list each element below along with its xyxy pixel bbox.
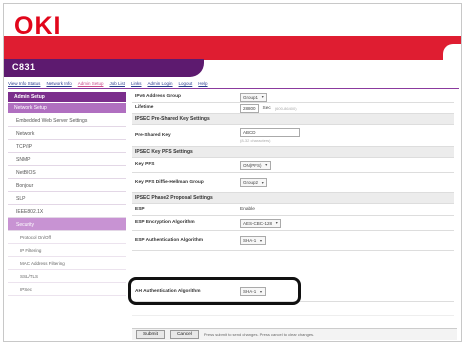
sidebar-section-network-setup[interactable]: Network Setup [8, 103, 126, 113]
faded-row [132, 306, 454, 316]
field-label: Lifetime [135, 105, 154, 110]
key-pfs-select[interactable]: ON(PFS) ▼ [240, 160, 271, 170]
brand-red-banner [4, 36, 461, 60]
nav-divider [8, 88, 459, 89]
sidebar-subitem-mac-filtering[interactable]: MAC Address Filtering [8, 257, 126, 270]
field-label: ESP Encryption Algorithm [135, 220, 195, 225]
form-row: IPv6 Address Group Group1 ▼ [132, 92, 454, 103]
sidebar-subitem-ipsec[interactable]: IPSec [8, 283, 126, 296]
footer-note: Press submit to send changes. Press canc… [203, 332, 315, 337]
submit-button[interactable]: Submit [136, 330, 165, 339]
sidebar-subitem-protocol[interactable]: Protocol On/Off [8, 231, 126, 244]
chevron-down-icon: ▼ [264, 163, 268, 167]
nav-help[interactable]: Help [198, 81, 207, 88]
form-actions: Submit Cancel Press submit to send chang… [132, 328, 457, 340]
field-label: ESP Authentication Algorithm [135, 237, 204, 243]
form-row: ESP Authentication Algorithm SHA-1 ▼ [132, 231, 454, 251]
nav-admin-setup[interactable]: Admin Setup [78, 81, 104, 88]
chevron-down-icon: ▼ [275, 221, 279, 225]
pre-shared-key-input[interactable]: ABCD [240, 128, 300, 137]
sidebar-item-slp[interactable]: SLP [8, 192, 126, 205]
esp-auth-select[interactable]: SHA-1 ▼ [240, 236, 266, 245]
chevron-down-icon: ▼ [261, 95, 265, 99]
sidebar-header[interactable]: Admin Setup [8, 92, 126, 102]
sidebar: Admin Setup Network Setup Embedded Web S… [8, 92, 126, 341]
device-name: C831 [12, 62, 36, 72]
lifetime-input[interactable]: 28800 [240, 103, 259, 113]
ipv6-group-select[interactable]: Group1 ▼ [240, 92, 268, 102]
section-header: IPSEC Key PFS Settings [132, 147, 454, 158]
sidebar-subitem-ssl-tls[interactable]: SSL/TLS [8, 270, 126, 283]
browser-frame: OKI C831 View Info Status Network Info A… [3, 3, 462, 342]
sidebar-item-web-server[interactable]: Embedded Web Server Settings [8, 114, 126, 127]
form-row: Pre-Shared Key ABCD (8-32 characters) [132, 125, 454, 147]
nav-job-list[interactable]: Job List [109, 81, 125, 88]
chevron-down-icon: ▼ [259, 238, 263, 243]
sidebar-item-security[interactable]: Security [8, 218, 126, 231]
esp-value: Enable [240, 207, 255, 212]
cancel-button[interactable]: Cancel [169, 330, 199, 339]
sidebar-item-bonjour[interactable]: Bonjour [8, 179, 126, 192]
form-row: ESP Encryption Algorithm AES-CBC-128 ▼ [132, 216, 454, 231]
field-label: ESP [135, 206, 145, 212]
field-label: IPv6 Address Group [135, 94, 181, 99]
esp-encryption-select[interactable]: AES-CBC-128 ▼ [240, 218, 282, 228]
sidebar-item-tcpip[interactable]: TCP/IP [8, 140, 126, 153]
nav-network-info[interactable]: Network Info [46, 81, 71, 88]
dh-group-select[interactable]: Group2 ▼ [240, 178, 268, 187]
highlight-callout [128, 277, 301, 305]
nav-view-info-status[interactable]: View Info Status [8, 81, 40, 88]
chevron-down-icon: ▼ [261, 180, 265, 185]
field-label: Pre-Shared Key [135, 132, 171, 138]
nav-links[interactable]: Links [131, 81, 142, 88]
top-navigation: View Info Status Network Info Admin Setu… [8, 81, 208, 88]
sidebar-item-network[interactable]: Network [8, 127, 126, 140]
section-header: IPSEC Pre-Shared Key Settings [132, 114, 454, 125]
form-row: Key PFS ON(PFS) ▼ [132, 158, 454, 173]
range-hint: (600-86400) [274, 105, 297, 111]
nav-logout[interactable]: Logout [179, 81, 193, 88]
sidebar-item-snmp[interactable]: SNMP [8, 153, 126, 166]
field-label: Key PFS Diffie-Hellman Group [135, 179, 204, 185]
sidebar-subitem-ip-filtering[interactable]: IP Filtering [8, 244, 126, 257]
form-row: Key PFS Diffie-Hellman Group Group2 ▼ [132, 173, 454, 193]
form-row: Lifetime 28800 Sec (600-86400) [132, 103, 454, 114]
key-hint: (8-32 characters) [240, 138, 271, 143]
section-header: IPSEC Phase2 Proposal Settings [132, 193, 454, 204]
sidebar-item-ieee8021x[interactable]: IEEE802.1X [8, 205, 126, 218]
unit-label: Sec [262, 105, 271, 111]
form-row: ESP Enable [132, 204, 454, 216]
sidebar-item-netbios[interactable]: NetBIOS [8, 166, 126, 179]
nav-admin-login[interactable]: Admin Login [148, 81, 173, 88]
field-label: Key PFS [135, 162, 155, 167]
